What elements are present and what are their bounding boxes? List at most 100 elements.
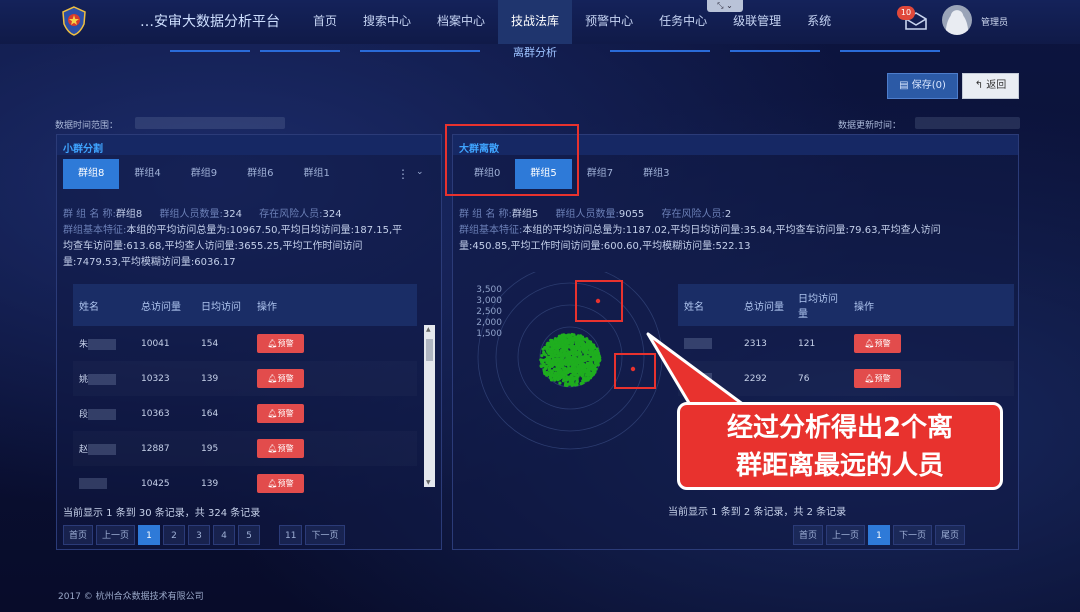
cell-daily: 139 bbox=[195, 361, 251, 396]
alarm-button[interactable]: 🔔︎预警 bbox=[854, 334, 901, 353]
pager-last[interactable]: 尾页 bbox=[935, 525, 966, 545]
tab-group-9[interactable]: 群组9 bbox=[176, 159, 232, 189]
cluster-point bbox=[583, 377, 587, 381]
nav-home[interactable]: 首页 bbox=[300, 0, 350, 44]
table-row[interactable]: 10425 139 🔔︎预警 bbox=[73, 466, 417, 501]
pager-page-3[interactable]: 3 bbox=[188, 525, 211, 545]
table-scrollbar[interactable]: ▲ ▼ bbox=[424, 325, 435, 487]
cell-action: 🔔︎预警 bbox=[251, 466, 417, 501]
small-group-panel: 小群分割 群组8 群组4 群组9 群组6 群组1 ⋮ ⌄ 群 组 名 称:群组8… bbox=[56, 134, 442, 550]
tab-group-8[interactable]: 群组8 bbox=[63, 159, 120, 189]
table-row[interactable]: 姚 10323 139 🔔︎预警 bbox=[73, 361, 417, 396]
cell-name: 段 bbox=[73, 396, 135, 431]
tab-group-3[interactable]: 群组3 bbox=[628, 159, 684, 189]
col-header-total[interactable]: 总访问量 bbox=[135, 284, 195, 326]
cluster-point bbox=[542, 351, 546, 355]
pager-page-1[interactable]: 1 bbox=[138, 525, 161, 545]
cluster-point bbox=[568, 337, 573, 342]
member-count: 9055 bbox=[618, 209, 645, 220]
table-row[interactable]: 赵 12887 195 🔔︎预警 bbox=[73, 431, 417, 466]
pager-first[interactable]: 首页 bbox=[63, 525, 94, 545]
pager-page-11[interactable]: 11 bbox=[279, 525, 303, 545]
cell-name: 朱 bbox=[73, 326, 135, 361]
cluster-point bbox=[547, 342, 551, 347]
feature-line: 本组的平均访问总量为:1187.02,平均日均访问量:35.84,平均查车访问量… bbox=[522, 225, 941, 236]
axis-tick-label: 2,000 bbox=[476, 318, 502, 328]
col-header-total[interactable]: 总访问量 bbox=[738, 284, 792, 326]
chevron-down-icon[interactable]: ⌄ bbox=[416, 167, 424, 177]
strip-decoration bbox=[840, 50, 940, 52]
window-resize-icon[interactable]: ⤡ ⌄ bbox=[707, 0, 743, 12]
group-name-label: 群 组 名 称: bbox=[63, 209, 116, 220]
pagination: 首页 上一页 1 2 3 4 5 11 下一页 bbox=[63, 525, 345, 545]
save-button[interactable]: ▤ 保存(0) bbox=[887, 73, 958, 99]
user-name[interactable]: 管理员 bbox=[981, 15, 1008, 28]
cluster-point bbox=[580, 355, 584, 359]
scroll-up-icon[interactable]: ▲ bbox=[426, 326, 431, 333]
pager-first[interactable]: 首页 bbox=[793, 525, 824, 545]
alarm-button[interactable]: 🔔︎预警 bbox=[257, 404, 304, 423]
tab-group-6[interactable]: 群组6 bbox=[232, 159, 288, 189]
scrollbar-thumb[interactable] bbox=[426, 339, 433, 361]
cluster-point bbox=[576, 342, 580, 346]
pager-page-5[interactable]: 5 bbox=[238, 525, 261, 545]
avatar[interactable] bbox=[942, 5, 972, 35]
alarm-button[interactable]: 🔔︎预警 bbox=[257, 369, 304, 388]
table-row[interactable]: 朱 10041 154 🔔︎预警 bbox=[73, 326, 417, 361]
back-button[interactable]: ↰ 返回 bbox=[962, 73, 1019, 99]
cluster-point bbox=[571, 354, 576, 358]
tab-group-4[interactable]: 群组4 bbox=[119, 159, 175, 189]
feature-line: 均查车访问量:613.68,平均查人访问量:3655.25,平均工作时间访问 bbox=[63, 241, 363, 252]
page-title[interactable]: 离群分析 bbox=[513, 44, 557, 60]
pager-next[interactable]: 下一页 bbox=[305, 525, 345, 545]
cluster-point bbox=[561, 339, 565, 344]
cluster-point bbox=[549, 373, 553, 377]
nav-search-center[interactable]: 搜索中心 bbox=[350, 0, 424, 44]
scroll-down-icon[interactable]: ▼ bbox=[426, 479, 431, 486]
pager-page-1[interactable]: 1 bbox=[868, 525, 891, 545]
nav-alert-center[interactable]: 预警中心 bbox=[572, 0, 646, 44]
record-count-text: 当前显示 1 条到 30 条记录，共 324 条记录 bbox=[63, 508, 261, 519]
pager-next[interactable]: 下一页 bbox=[893, 525, 933, 545]
tab-group-1[interactable]: 群组1 bbox=[289, 159, 345, 189]
cluster-point bbox=[556, 368, 560, 372]
alarm-button[interactable]: 🔔︎预警 bbox=[257, 439, 304, 458]
pager-page-2[interactable]: 2 bbox=[163, 525, 186, 545]
cluster-point bbox=[590, 362, 594, 366]
highlight-box-outlier-1 bbox=[575, 280, 623, 322]
cluster-point bbox=[561, 343, 565, 347]
cell-daily: 139 bbox=[201, 478, 219, 489]
alarm-button[interactable]: 🔔︎预警 bbox=[257, 334, 304, 353]
alarm-label: 预警 bbox=[277, 409, 294, 418]
col-header-name[interactable]: 姓名 bbox=[678, 284, 738, 326]
bell-icon: 🔔︎ bbox=[864, 339, 875, 348]
tab-group-7[interactable]: 群组7 bbox=[572, 159, 628, 189]
nav-system[interactable]: 系统 bbox=[794, 0, 844, 44]
cluster-point bbox=[572, 376, 576, 380]
cluster-point bbox=[550, 361, 554, 365]
member-count-label: 群组人员数量: bbox=[159, 209, 223, 220]
cell-action: 🔔︎预警 bbox=[848, 326, 1014, 361]
cluster-point bbox=[563, 370, 567, 374]
table-row[interactable]: 段 10363 164 🔔︎预警 bbox=[73, 396, 417, 431]
pager-page-4[interactable]: 4 bbox=[213, 525, 236, 545]
member-count: 324 bbox=[222, 209, 242, 220]
nav-tactics-library[interactable]: 技战法库 bbox=[498, 0, 573, 44]
col-header-daily[interactable]: 日均访问 bbox=[195, 284, 251, 326]
alarm-button[interactable]: 🔔︎预警 bbox=[257, 474, 304, 493]
alarm-label: 预警 bbox=[277, 444, 294, 453]
nav-archive-center[interactable]: 档案中心 bbox=[424, 0, 498, 44]
pager-prev[interactable]: 上一页 bbox=[826, 525, 866, 545]
back-label: 返回 bbox=[986, 80, 1007, 91]
cluster-point bbox=[539, 358, 543, 362]
col-header-daily[interactable]: 日均访问量 bbox=[792, 284, 848, 326]
main-nav: 首页 搜索中心 档案中心 技战法库 预警中心 任务中心 级联管理 系统 bbox=[300, 0, 844, 44]
pager-prev[interactable]: 上一页 bbox=[96, 525, 136, 545]
alarm-button[interactable]: 🔔︎预警 bbox=[854, 369, 901, 388]
cluster-point bbox=[560, 372, 564, 376]
cluster-point bbox=[552, 367, 556, 371]
col-header-action: 操作 bbox=[848, 284, 1014, 326]
callout-line: 经过分析得出2个离 bbox=[726, 413, 954, 443]
more-vertical-icon[interactable]: ⋮ bbox=[397, 167, 409, 181]
col-header-name[interactable]: 姓名 bbox=[73, 284, 135, 326]
